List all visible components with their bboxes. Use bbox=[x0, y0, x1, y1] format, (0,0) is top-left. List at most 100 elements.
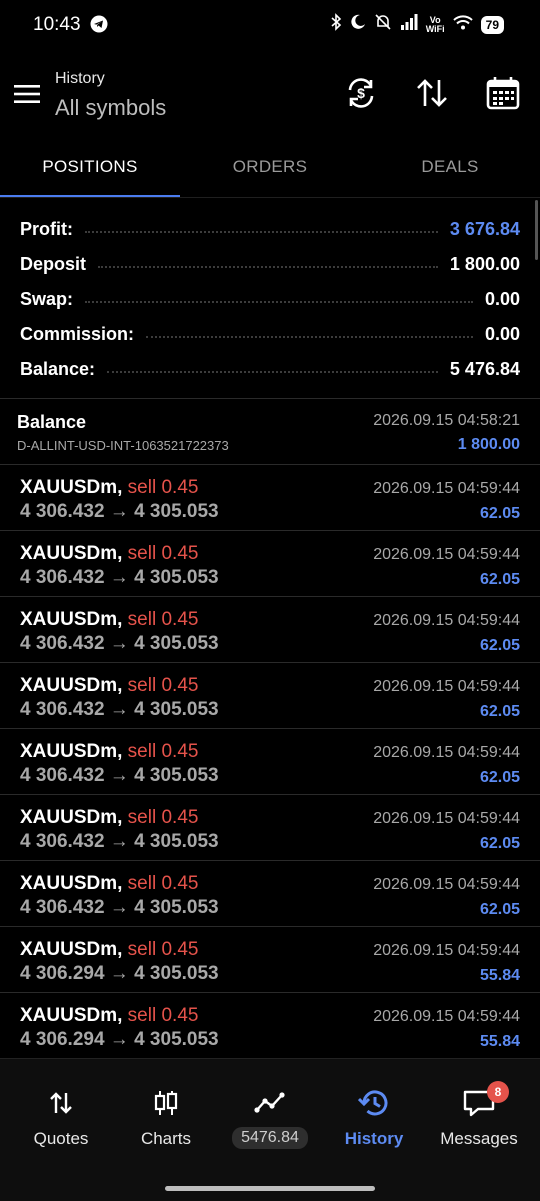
position-profit: 55.84 bbox=[479, 967, 520, 984]
position-time: 2026.09.15 04:59:44 bbox=[373, 1008, 520, 1025]
position-side: sell 0.45 bbox=[122, 543, 199, 564]
nav-quotes[interactable]: Quotes bbox=[7, 1087, 115, 1149]
summary-row-swap: Swap: 0.00 bbox=[20, 284, 520, 314]
calendar-icon[interactable] bbox=[486, 76, 520, 115]
summary-label: Commission: bbox=[20, 323, 135, 344]
position-time: 2026.09.15 04:59:44 bbox=[373, 546, 520, 563]
dot-leader bbox=[85, 231, 438, 233]
scrollbar[interactable] bbox=[535, 200, 538, 260]
summary-value: 0.00 bbox=[484, 323, 520, 344]
home-indicator[interactable] bbox=[165, 1186, 375, 1191]
position-time: 2026.09.15 04:59:44 bbox=[373, 678, 520, 695]
position-row[interactable]: XAUUSDm, sell 0.45 4 306.432 → 4 305.053… bbox=[0, 794, 540, 861]
position-row[interactable]: XAUUSDm, sell 0.45 4 306.294 → 4 305.053… bbox=[0, 926, 540, 993]
position-side: sell 0.45 bbox=[122, 675, 199, 696]
position-symbol: XAUUSDm, sell 0.45 bbox=[20, 1005, 199, 1026]
summary-divider bbox=[0, 398, 540, 399]
status-bar: 10:43 Vo WiFi 79 bbox=[0, 0, 540, 52]
position-row[interactable]: XAUUSDm, sell 0.45 4 306.294 → 4 305.053… bbox=[0, 992, 540, 1059]
position-prices: 4 306.432 → 4 305.053 bbox=[20, 567, 219, 588]
summary-label: Deposit bbox=[20, 253, 87, 274]
position-time: 2026.09.15 04:59:44 bbox=[373, 876, 520, 893]
vowifi-indicator: Vo WiFi bbox=[425, 14, 445, 34]
position-symbol: XAUUSDm, sell 0.45 bbox=[20, 675, 199, 696]
position-row[interactable]: XAUUSDm, sell 0.45 4 306.432 → 4 305.053… bbox=[0, 860, 540, 927]
charts-candlestick-icon bbox=[112, 1087, 220, 1119]
position-time: 2026.09.15 04:59:44 bbox=[373, 810, 520, 827]
position-side: sell 0.45 bbox=[122, 1005, 199, 1026]
nav-charts-label: Charts bbox=[140, 1129, 192, 1148]
balance-entry-id: D-ALLINT-USD-INT-1063521722373 bbox=[17, 438, 229, 453]
position-row[interactable]: XAUUSDm, sell 0.45 4 306.432 → 4 305.053… bbox=[0, 728, 540, 795]
nav-trade[interactable]: 5476.84 bbox=[216, 1087, 324, 1149]
summary-label: Balance: bbox=[20, 358, 96, 379]
position-prices: 4 306.432 → 4 305.053 bbox=[20, 633, 219, 654]
position-prices: 4 306.432 → 4 305.053 bbox=[20, 831, 219, 852]
balance-pill: 5476.84 bbox=[232, 1127, 308, 1149]
tabs-divider bbox=[0, 197, 540, 198]
tab-positions[interactable]: POSITIONS bbox=[0, 157, 180, 177]
menu-icon[interactable] bbox=[14, 84, 40, 109]
position-row[interactable]: XAUUSDm, sell 0.45 4 306.432 → 4 305.053… bbox=[0, 530, 540, 597]
position-profit: 62.05 bbox=[479, 571, 520, 588]
dot-leader bbox=[146, 336, 473, 338]
nav-messages-label: Messages bbox=[440, 1129, 518, 1148]
nav-history[interactable]: History bbox=[320, 1087, 428, 1149]
bottom-navigation: Quotes Charts 5476.84 History 8 Messages bbox=[0, 1058, 540, 1201]
sort-icon[interactable] bbox=[415, 76, 449, 115]
nav-messages[interactable]: 8 Messages bbox=[425, 1081, 533, 1149]
position-time: 2026.09.15 04:59:44 bbox=[373, 744, 520, 761]
position-time: 2026.09.15 04:59:44 bbox=[373, 612, 520, 629]
nav-history-label: History bbox=[344, 1129, 404, 1148]
telegram-icon bbox=[90, 15, 108, 38]
position-symbol: XAUUSDm, sell 0.45 bbox=[20, 609, 199, 630]
balance-entry-amount: 1 800.00 bbox=[457, 436, 520, 453]
position-time: 2026.09.15 04:59:44 bbox=[373, 942, 520, 959]
status-time: 10:43 bbox=[33, 14, 81, 35]
tab-orders[interactable]: ORDERS bbox=[180, 157, 360, 177]
dot-leader bbox=[85, 301, 473, 303]
signal-icon bbox=[400, 14, 418, 35]
position-profit: 62.05 bbox=[479, 835, 520, 852]
nav-quotes-label: Quotes bbox=[33, 1129, 89, 1148]
dnd-moon-icon bbox=[350, 14, 366, 35]
trade-chart-icon bbox=[216, 1087, 324, 1119]
position-symbol: XAUUSDm, sell 0.45 bbox=[20, 741, 199, 762]
position-row[interactable]: XAUUSDm, sell 0.45 4 306.432 → 4 305.053… bbox=[0, 596, 540, 663]
position-profit: 62.05 bbox=[479, 637, 520, 654]
position-profit: 62.05 bbox=[479, 703, 520, 720]
position-side: sell 0.45 bbox=[122, 807, 199, 828]
position-prices: 4 306.294 → 4 305.053 bbox=[20, 963, 219, 984]
position-side: sell 0.45 bbox=[122, 609, 199, 630]
position-side: sell 0.45 bbox=[122, 741, 199, 762]
tab-bar: POSITIONS ORDERS DEALS bbox=[0, 140, 540, 198]
position-row[interactable]: XAUUSDm, sell 0.45 4 306.432 → 4 305.053… bbox=[0, 662, 540, 729]
position-side: sell 0.45 bbox=[122, 873, 199, 894]
summary-value: 5 476.84 bbox=[449, 358, 520, 379]
tab-deals[interactable]: DEALS bbox=[360, 157, 540, 177]
currency-exchange-icon[interactable]: $ bbox=[344, 76, 378, 115]
position-side: sell 0.45 bbox=[122, 939, 199, 960]
position-symbol: XAUUSDm, sell 0.45 bbox=[20, 543, 199, 564]
symbol-filter[interactable]: All symbols bbox=[55, 95, 166, 121]
summary-row-profit: Profit: 3 676.84 bbox=[20, 214, 520, 244]
summary-value: 3 676.84 bbox=[449, 218, 520, 239]
summary-row-commission: Commission: 0.00 bbox=[20, 319, 520, 349]
position-symbol: XAUUSDm, sell 0.45 bbox=[20, 477, 199, 498]
position-row[interactable]: XAUUSDm, sell 0.45 4 306.432 → 4 305.053… bbox=[0, 464, 540, 531]
summary-label: Profit: bbox=[20, 218, 73, 239]
history-clock-icon bbox=[320, 1087, 428, 1119]
dot-leader bbox=[98, 266, 438, 268]
dot-leader bbox=[107, 371, 438, 373]
position-prices: 4 306.432 → 4 305.053 bbox=[20, 501, 219, 522]
position-side: sell 0.45 bbox=[122, 477, 199, 498]
balance-entry-time: 2026.09.15 04:58:21 bbox=[373, 412, 520, 429]
position-prices: 4 306.432 → 4 305.053 bbox=[20, 699, 219, 720]
nav-charts[interactable]: Charts bbox=[112, 1087, 220, 1149]
position-profit: 62.05 bbox=[479, 505, 520, 522]
summary-row-balance: Balance: 5 476.84 bbox=[20, 354, 520, 384]
position-symbol: XAUUSDm, sell 0.45 bbox=[20, 873, 199, 894]
bluetooth-icon bbox=[330, 13, 342, 36]
summary-label: Swap: bbox=[20, 288, 74, 309]
svg-text:$: $ bbox=[357, 85, 365, 101]
